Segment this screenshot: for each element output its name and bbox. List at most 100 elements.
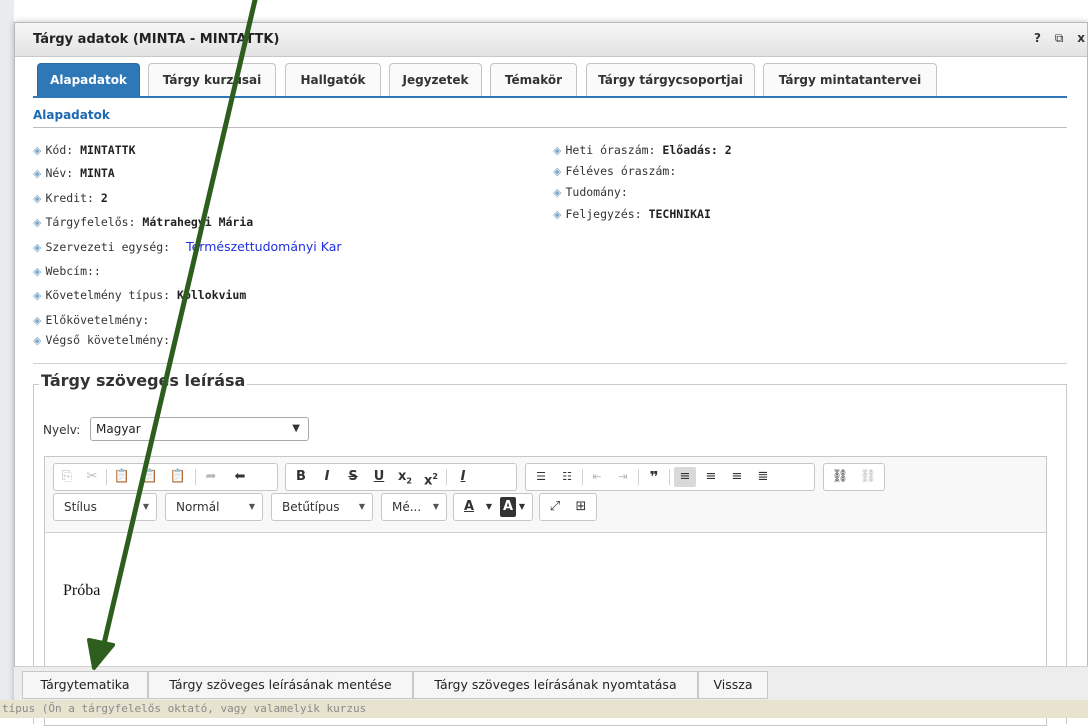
language-select-value: Magyar [96,422,141,436]
back-button[interactable]: Vissza [698,671,768,699]
italic-icon[interactable]: I [316,467,338,487]
color-group: A ▼ A ▼ [453,493,533,521]
bold-icon[interactable]: B [290,467,312,487]
field-targyfelelos: ◈ Tárgyfelelős: Mátrahegyi Mária [33,215,254,229]
field-heti-oraszam: ◈ Heti óraszám: Előadás: 2 [553,143,732,157]
caret-down-icon: ▼ [432,502,439,511]
diamond-bullet-icon: ◈ [553,144,562,157]
background-page-text: típus (Ön a tárgyfelelős oktató, vagy va… [0,700,1088,718]
table-icon[interactable]: ⊞ [570,497,592,517]
tab-alapadatok[interactable]: Alapadatok [37,63,140,97]
dialog-footer: Tárgytematika Tárgy szöveges leírásának … [14,666,1088,702]
maximize-icon[interactable]: ⤢ [544,497,566,517]
field-vegso-kovetelmeny: ◈ Végső követelmény: [33,333,171,347]
style-combo-label: Stílus [64,500,97,514]
size-combo[interactable]: Mé... ▼ [381,493,447,521]
subscript-icon[interactable]: x2 [394,467,416,487]
language-label: Nyelv: [43,423,81,437]
align-center-icon[interactable]: ≡ [700,467,722,487]
caret-down-icon[interactable]: ▼ [514,497,530,517]
help-icon[interactable]: ? [1034,31,1041,45]
caret-down-icon: ▼ [248,502,255,511]
copy-icon[interactable]: ⎘ [56,467,78,487]
undo-icon[interactable]: ⬅ [229,467,251,487]
save-description-button[interactable]: Tárgy szöveges leírásának mentése [148,671,413,699]
remove-format-icon[interactable]: I [452,467,474,487]
bulleted-list-icon[interactable]: ☷ [556,467,578,487]
align-right-icon[interactable]: ≡ [726,467,748,487]
popout-icon[interactable]: ⧉ [1055,31,1064,45]
paragraph-group: ☰ ☷ ⇤ ⇥ ❞ ≡ ≡ ≡ ≣ [525,463,815,491]
cut-icon[interactable]: ✂ [81,467,103,487]
print-description-button[interactable]: Tárgy szöveges leírásának nyomtatása [413,671,698,699]
diamond-bullet-icon: ◈ [33,192,42,205]
field-nev: ◈ Név: MINTA [33,166,115,180]
redo-icon[interactable]: ➦ [200,467,222,487]
strikethrough-icon[interactable]: S [342,467,364,487]
field-feljegyzes: ◈ Feljegyzés: TECHNIKAI [553,207,711,221]
field-szervezeti-egyseg: ◈ Szervezeti egység: Természettudományi Ka… [33,239,342,254]
style-combo[interactable]: Stílus ▼ [53,493,157,521]
dialog-titlebar: Tárgy adatok (MINTA - MINTATTK) ? ⧉ x [15,23,1087,57]
details-divider [33,363,1067,364]
superscript-icon[interactable]: x2 [420,467,442,488]
field-tudomany: ◈ Tudomány: [553,185,628,199]
paste-word-icon[interactable]: 📋 [167,467,189,487]
diamond-bullet-icon: ◈ [33,216,42,229]
underline-icon[interactable]: U [368,467,390,487]
targytematika-button[interactable]: Tárgytematika [22,671,148,699]
diamond-bullet-icon: ◈ [33,289,42,302]
dialog-title: Tárgy adatok (MINTA - MINTATTK) [33,32,280,47]
tab-hallgatok[interactable]: Hallgatók [285,63,381,97]
diamond-bullet-icon: ◈ [33,241,42,254]
align-justify-icon[interactable]: ≣ [752,467,774,487]
chevron-down-icon: ▼ [292,423,300,434]
unlink-icon[interactable]: ⛓ [857,467,879,487]
section-divider [33,127,1067,128]
caret-down-icon: ▼ [142,502,149,511]
text-color-icon[interactable]: A [458,497,480,517]
field-kod: ◈ Kód: MINTATTK [33,143,136,157]
title-icons: ? ⧉ x [1024,31,1085,46]
org-unit-link[interactable]: Természettudományi Kar [186,239,341,254]
paste-icon[interactable]: 📋 [111,467,133,487]
caret-down-icon: ▼ [358,502,365,511]
link-icon[interactable]: ⛓ [829,467,851,487]
blockquote-icon[interactable]: ❞ [643,467,665,487]
diamond-bullet-icon: ◈ [33,334,42,347]
paste-text-icon[interactable]: 📋 [139,467,161,487]
tab-underline [33,96,1067,98]
diamond-bullet-icon: ◈ [553,208,562,221]
diamond-bullet-icon: ◈ [33,144,42,157]
description-legend: Tárgy szöveges leírása [39,371,248,390]
font-combo-label: Betűtípus [282,500,340,514]
size-combo-label: Mé... [392,500,422,514]
tab-targy-kurzusai[interactable]: Tárgy kurzusai [148,63,276,97]
numbered-list-icon[interactable]: ☰ [530,467,552,487]
outdent-icon[interactable]: ⇤ [586,467,608,487]
caret-down-icon[interactable]: ▼ [478,497,500,517]
diamond-bullet-icon: ◈ [553,186,562,199]
font-combo[interactable]: Betűtípus ▼ [271,493,373,521]
field-kredit: ◈ Kredit: 2 [33,191,108,205]
formatting-group: B I S U x2 x2 I [285,463,517,491]
tab-targy-targycsoportjai[interactable]: Tárgy tárgycsoportjai [586,63,755,97]
section-title: Alapadatok [33,108,110,122]
tab-jegyzetek[interactable]: Jegyzetek [389,63,482,97]
close-icon[interactable]: x [1077,31,1085,45]
diamond-bullet-icon: ◈ [33,314,42,327]
field-webcim: ◈ Webcím:: [33,264,101,278]
format-combo[interactable]: Normál ▼ [165,493,263,521]
tab-temakor[interactable]: Témakör [490,63,577,97]
format-combo-label: Normál [176,500,220,514]
editor-toolbar: ⎘ ✂ 📋 📋 📋 ➦ ⬅ B I S U x2 x2 I ☰ ☷ ⇤ ⇥ ❞ … [45,457,1046,533]
diamond-bullet-icon: ◈ [553,165,562,178]
tab-targy-mintatantervei[interactable]: Tárgy mintatantervei [763,63,937,97]
field-elokovetelmeny: ◈ Előkövetelmény: [33,313,150,327]
editor-content[interactable]: Próba [63,582,100,600]
diamond-bullet-icon: ◈ [33,167,42,180]
subject-dialog: Tárgy adatok (MINTA - MINTATTK) ? ⧉ x Al… [14,22,1088,726]
language-select[interactable]: Magyar ▼ [90,417,309,441]
indent-icon[interactable]: ⇥ [612,467,634,487]
align-left-icon[interactable]: ≡ [674,467,696,487]
